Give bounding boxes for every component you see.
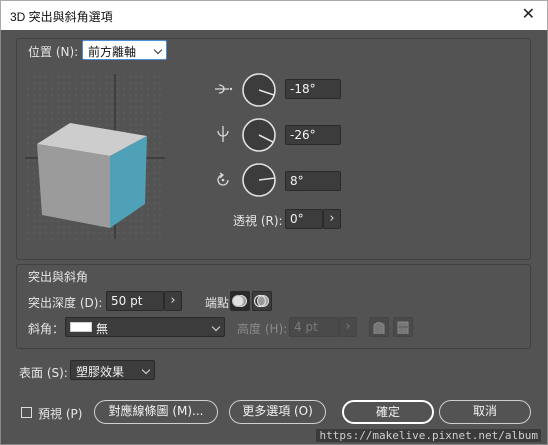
- cube-left-face: [37, 144, 110, 228]
- window-title: 3D 突出與斜角選項: [10, 10, 113, 24]
- position-label: 位置 (N):: [28, 45, 79, 59]
- perspective-slider-button[interactable]: ›: [323, 209, 341, 229]
- height-slider-button[interactable]: ›: [339, 317, 357, 337]
- height-label: 高度 (H):: [237, 322, 288, 336]
- watermark-url: https://makelive.pixnet.net/album: [316, 429, 541, 442]
- extrude-depth-label: 突出深度 (D):: [28, 296, 103, 310]
- close-icon[interactable]: ✕: [522, 4, 535, 23]
- cube-preview[interactable]: [25, 74, 165, 239]
- perspective-input[interactable]: 0°: [285, 209, 323, 229]
- cancel-button[interactable]: 取消: [439, 400, 531, 424]
- title-bar: 3D 突出與斜角選項 ✕: [0, 0, 548, 30]
- bevel-dropdown[interactable]: 無: [65, 317, 225, 337]
- extrude-depth-slider-button[interactable]: ›: [164, 291, 182, 311]
- height-input[interactable]: 4 pt: [289, 317, 339, 337]
- bevel-out-button[interactable]: [369, 317, 389, 337]
- bevel-in-icon: [397, 321, 409, 334]
- position-preset-dropdown[interactable]: 前方離軸: [82, 40, 167, 60]
- cap-off-button[interactable]: [252, 291, 272, 311]
- y-rotation-dial[interactable]: [241, 117, 277, 153]
- bevel-label: 斜角：: [28, 322, 65, 336]
- perspective-label: 透視 (R):: [233, 214, 283, 228]
- surface-label: 表面 (S):: [19, 366, 68, 380]
- ok-button[interactable]: 確定: [342, 400, 434, 424]
- more-options-button[interactable]: 更多選項 (O): [229, 400, 326, 424]
- z-rotation-input[interactable]: 8°: [285, 171, 341, 191]
- cap-off-icon: [253, 294, 269, 308]
- surface-dropdown[interactable]: 塑膠效果: [70, 360, 155, 380]
- cap-on-icon: [232, 295, 247, 307]
- bevel-shape-swatch: [70, 322, 92, 332]
- z-axis-rotate-icon: [217, 172, 229, 186]
- extrude-bevel-section-label: 突出與斜角: [28, 270, 89, 284]
- y-axis-rotate-icon: [217, 126, 229, 142]
- bevel-in-button[interactable]: [393, 317, 413, 337]
- preview-label: 預視 (P): [38, 407, 83, 421]
- preview-checkbox[interactable]: [21, 407, 32, 418]
- dialog-body: 位置 (N): 前方離軸 -18° -26° 8° 透視 (R): 0° › 突…: [0, 30, 548, 445]
- x-rotation-dial[interactable]: [241, 72, 277, 108]
- x-rotation-input[interactable]: -18°: [285, 79, 341, 99]
- bevel-out-icon: [373, 322, 385, 334]
- z-rotation-dial[interactable]: [241, 162, 277, 198]
- map-art-button[interactable]: 對應線條圖 (M)...: [94, 400, 218, 424]
- cap-on-button[interactable]: [230, 291, 250, 311]
- extrude-depth-input[interactable]: 50 pt: [106, 291, 164, 311]
- x-axis-rotate-icon: [215, 84, 233, 94]
- y-rotation-input[interactable]: -26°: [285, 125, 341, 145]
- bevel-value: 無: [96, 322, 109, 336]
